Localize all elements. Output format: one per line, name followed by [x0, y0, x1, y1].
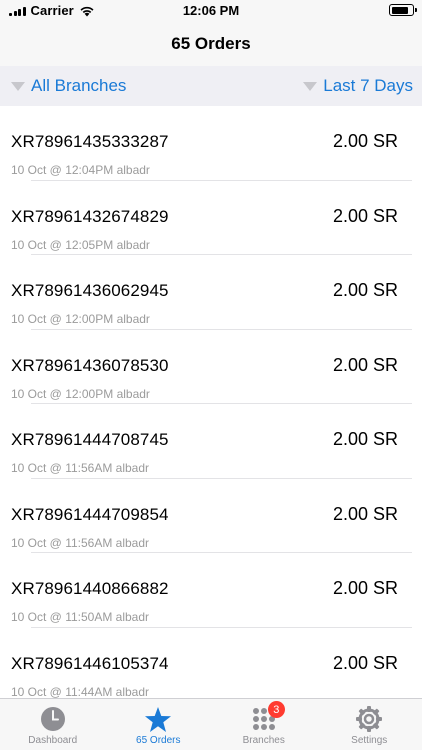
- order-row[interactable]: XR78961444708745 2.00 SR 10 Oct @ 11:56A…: [0, 404, 422, 479]
- order-amount: 2.00 SR: [332, 354, 398, 375]
- dropdown-triangle-icon: [11, 81, 25, 91]
- order-id: XR78961435333287: [11, 132, 169, 151]
- period-filter-label: Last 7 Days: [323, 76, 413, 95]
- orders-list[interactable]: XR78961435333287 2.00 SR 10 Oct @ 12:04P…: [0, 106, 422, 698]
- tab-settings[interactable]: Settings: [317, 699, 422, 750]
- order-meta: 10 Oct @ 12:00PM albadr: [11, 312, 150, 326]
- grid-dots-icon: 3: [249, 701, 285, 734]
- notification-badge: 3: [267, 701, 285, 718]
- tab-branches[interactable]: 3 Branches: [211, 699, 317, 750]
- tab-label: Dashboard: [28, 735, 78, 746]
- order-meta: 10 Oct @ 11:50AM albadr: [11, 610, 150, 624]
- order-id: XR78961440866882: [11, 579, 169, 598]
- tab-label: Branches: [242, 735, 285, 746]
- tab-label: 65 Orders: [136, 735, 181, 746]
- filter-bar: All Branches Last 7 Days: [0, 66, 422, 106]
- order-meta: 10 Oct @ 11:44AM albadr: [11, 684, 150, 699]
- order-id: XR78961436078530: [11, 355, 169, 375]
- status-bar: Carrier 12:06 PM: [0, 0, 422, 22]
- order-id: XR78961444708745: [11, 430, 169, 449]
- order-amount: 2.00 SR: [332, 578, 398, 598]
- order-meta: 10 Oct @ 12:05PM albadr: [11, 237, 150, 252]
- order-row[interactable]: XR78961446105374 2.00 SR 10 Oct @ 11:44A…: [0, 628, 422, 699]
- order-amount: 2.00 SR: [332, 652, 398, 673]
- navigation-bar: 65 Orders: [0, 22, 422, 66]
- order-amount: 2.00 SR: [332, 205, 398, 226]
- order-meta: 10 Oct @ 12:00PM albadr: [11, 386, 150, 401]
- tab-label: Settings: [351, 735, 388, 746]
- order-row[interactable]: XR78961435333287 2.00 SR 10 Oct @ 12:04P…: [0, 106, 422, 181]
- order-amount: 2.00 SR: [332, 280, 398, 300]
- period-filter-dropdown[interactable]: Last 7 Days: [303, 76, 413, 96]
- order-row[interactable]: XR78961444709854 2.00 SR 10 Oct @ 11:56A…: [0, 479, 422, 553]
- order-meta: 10 Oct @ 11:56AM albadr: [11, 461, 150, 475]
- order-row[interactable]: XR78961440866882 2.00 SR 10 Oct @ 11:50A…: [0, 553, 422, 628]
- battery-fill: [391, 6, 408, 14]
- order-id: XR78961436062945: [11, 281, 169, 300]
- order-meta: 10 Oct @ 12:04PM albadr: [11, 163, 150, 177]
- order-amount: 2.00 SR: [332, 503, 398, 524]
- branch-filter-dropdown[interactable]: All Branches: [11, 76, 126, 96]
- order-meta: 10 Oct @ 11:56AM albadr: [11, 535, 150, 550]
- order-row[interactable]: XR78961436078530 2.00 SR 10 Oct @ 12:00P…: [0, 330, 422, 404]
- order-id: XR78961446105374: [11, 653, 169, 673]
- tab-dashboard[interactable]: Dashboard: [0, 699, 106, 750]
- page-title: 65 Orders: [171, 34, 251, 53]
- gear-icon: [354, 704, 384, 734]
- tab-bar: Dashboard 65 Orders 3 Branches Settings: [0, 698, 422, 750]
- status-time: 12:06 PM: [182, 3, 240, 18]
- dropdown-triangle-icon: [303, 81, 318, 91]
- clock-icon: [38, 704, 68, 734]
- star-icon: [143, 704, 173, 734]
- order-amount: 2.00 SR: [332, 429, 398, 449]
- order-amount: 2.00 SR: [332, 131, 398, 151]
- battery-icon: [389, 4, 417, 16]
- branch-filter-label: All Branches: [31, 76, 127, 95]
- order-id: XR78961432674829: [11, 206, 169, 226]
- order-row[interactable]: XR78961436062945 2.00 SR 10 Oct @ 12:00P…: [0, 255, 422, 330]
- order-row[interactable]: XR78961432674829 2.00 SR 10 Oct @ 12:05P…: [0, 181, 422, 255]
- tab-orders[interactable]: 65 Orders: [106, 699, 212, 750]
- order-id: XR78961444709854: [11, 504, 169, 524]
